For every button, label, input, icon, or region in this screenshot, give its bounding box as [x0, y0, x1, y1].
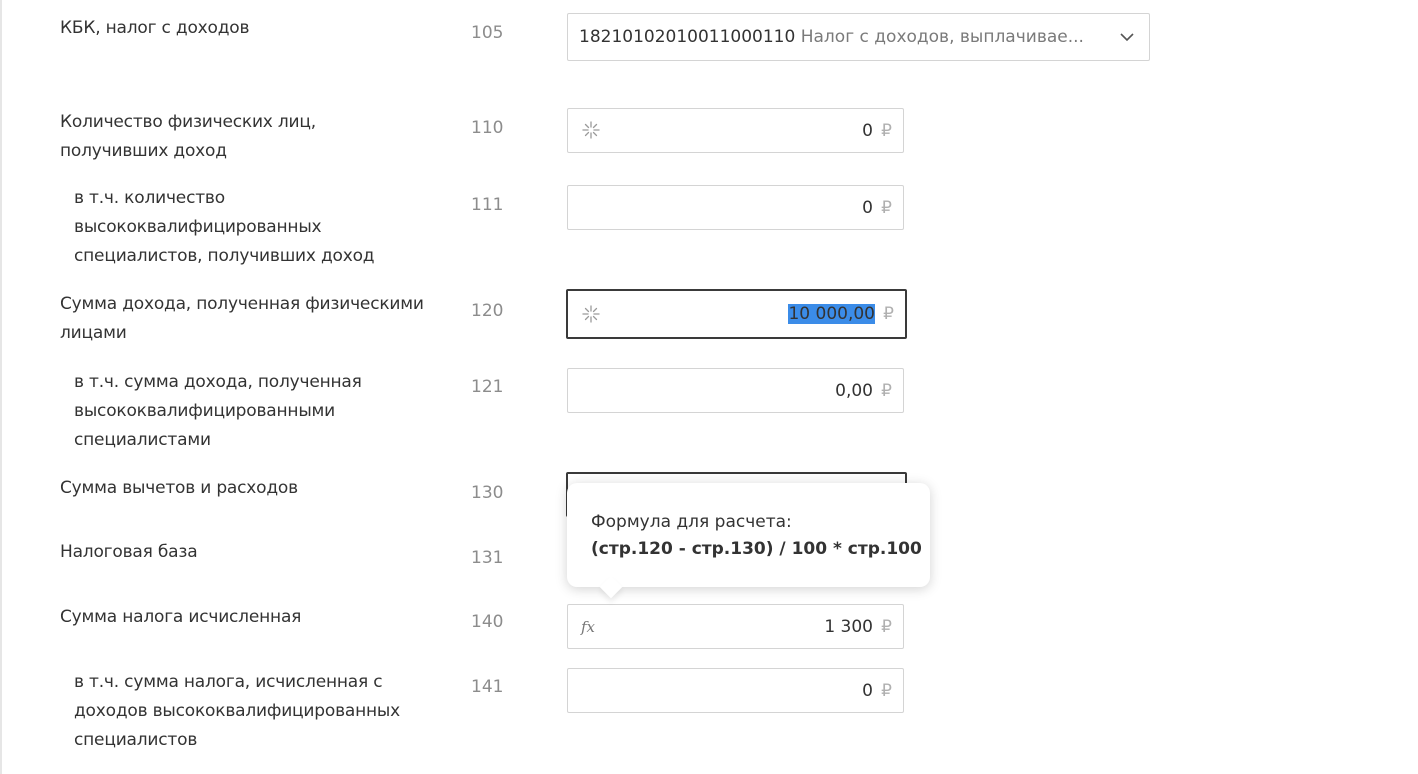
label-121-line3: специалистами — [74, 430, 211, 450]
field-121-value: 0,00 — [835, 381, 873, 401]
code-110: 110 — [471, 118, 504, 138]
code-121: 121 — [471, 377, 504, 397]
fx-icon[interactable]: fx — [581, 618, 595, 636]
sparkle-icon — [582, 121, 600, 139]
field-120[interactable]: 10 000,00 ₽ — [566, 289, 907, 339]
code-130: 130 — [471, 483, 504, 503]
label-110: Количество физических лиц, получивших до… — [60, 108, 316, 166]
label-120: Сумма дохода, полученная физическими лиц… — [60, 290, 424, 348]
tooltip-arrow — [599, 575, 623, 599]
code-140: 140 — [471, 612, 504, 632]
label-kbk: КБК, налог с доходов — [60, 14, 249, 43]
code-111: 111 — [471, 195, 504, 215]
tooltip-formula: (стр.120 - стр.130) / 100 * стр.100 — [591, 539, 922, 559]
ruble-icon: ₽ — [881, 681, 892, 701]
label-111-line1: в т.ч. количество — [74, 188, 225, 208]
field-110[interactable]: 0 ₽ — [567, 108, 904, 153]
field-110-value: 0 — [862, 121, 873, 141]
code-105: 105 — [471, 23, 504, 43]
label-110-line2: получивших доход — [60, 141, 227, 161]
ruble-icon: ₽ — [881, 381, 892, 401]
kbk-select-value: 18210102010011000110 Налог с доходов, вы… — [579, 26, 1084, 48]
field-141[interactable]: 0 ₽ — [567, 668, 904, 713]
tooltip-title: Формула для расчета: — [591, 512, 792, 532]
kbk-description: Налог с доходов, выплачивае... — [800, 27, 1084, 47]
label-141-line2: доходов высококвалифицированных — [74, 701, 401, 721]
code-141: 141 — [471, 677, 504, 697]
label-120-line1: Сумма дохода, полученная физическими — [60, 294, 424, 314]
ruble-icon: ₽ — [881, 198, 892, 218]
code-131: 131 — [471, 548, 504, 568]
field-111-value: 0 — [862, 198, 873, 218]
code-120: 120 — [471, 301, 504, 321]
ruble-icon: ₽ — [881, 121, 892, 141]
field-111[interactable]: 0 ₽ — [567, 185, 904, 230]
field-141-value: 0 — [862, 681, 873, 701]
label-111-line2: высококвалифицированных — [74, 217, 322, 237]
label-130-text: Сумма вычетов и расходов — [60, 478, 298, 498]
label-121-line1: в т.ч. сумма дохода, полученная — [74, 372, 362, 392]
field-120-value-selected: 10 000,00 — [788, 304, 875, 324]
kbk-code: 18210102010011000110 — [579, 27, 796, 47]
label-111-line3: специалистов, получивших доход — [74, 246, 375, 266]
label-140: Сумма налога исчисленная — [60, 603, 301, 632]
field-140-value: 1 300 — [824, 617, 873, 637]
label-141-line3: специалистов — [74, 730, 198, 750]
label-141-line1: в т.ч. сумма налога, исчисленная с — [74, 672, 383, 692]
field-121[interactable]: 0,00 ₽ — [567, 368, 904, 413]
page-left-border — [0, 0, 2, 774]
kbk-select[interactable]: 18210102010011000110 Налог с доходов, вы… — [567, 13, 1150, 61]
field-140[interactable]: fx 1 300 ₽ — [567, 604, 904, 649]
label-131: Налоговая база — [60, 538, 198, 567]
ruble-icon: ₽ — [881, 617, 892, 637]
chevron-down-icon[interactable] — [1119, 30, 1135, 44]
label-130: Сумма вычетов и расходов — [60, 474, 298, 503]
label-120-line2: лицами — [60, 323, 127, 343]
label-131-text: Налоговая база — [60, 542, 198, 562]
label-140-text: Сумма налога исчисленная — [60, 607, 302, 627]
label-121: в т.ч. сумма дохода, полученная высококв… — [74, 368, 362, 455]
label-kbk-text: КБК, налог с доходов — [60, 18, 250, 38]
formula-tooltip: Формула для расчета: (стр.120 - стр.130)… — [567, 483, 930, 599]
label-121-line2: высококвалифицированными — [74, 401, 336, 421]
sparkle-icon — [582, 305, 600, 323]
label-111: в т.ч. количество высококвалифицированны… — [74, 184, 375, 271]
label-110-line1: Количество физических лиц, — [60, 112, 316, 132]
label-141: в т.ч. сумма налога, исчисленная с доход… — [74, 668, 400, 755]
ruble-icon: ₽ — [883, 304, 894, 324]
